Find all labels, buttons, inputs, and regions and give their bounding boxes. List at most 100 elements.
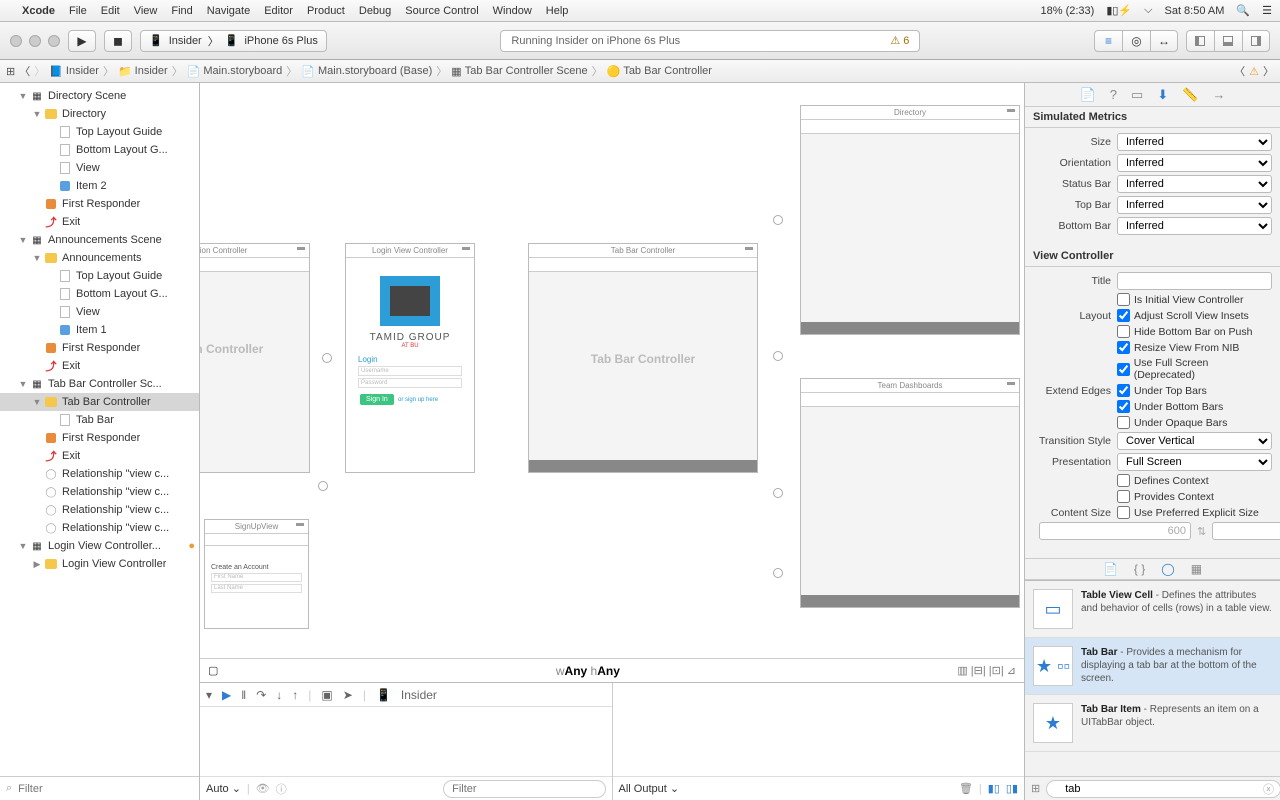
under-top-checkbox[interactable] xyxy=(1117,384,1130,397)
segue-4[interactable] xyxy=(773,568,783,578)
outline-row[interactable]: ⤴Exit xyxy=(0,213,199,231)
resize-nib-checkbox[interactable] xyxy=(1117,341,1130,354)
storyboard-canvas[interactable]: Navigation Controller vigation Controlle… xyxy=(200,83,1024,658)
outline-row[interactable]: View xyxy=(0,303,199,321)
assistant-editor-button[interactable]: ◎ xyxy=(1122,30,1150,52)
directory-scene[interactable]: Directory xyxy=(800,105,1020,335)
continue-button[interactable]: ▶ xyxy=(222,688,231,702)
segue-3[interactable] xyxy=(773,488,783,498)
document-outline-toggle-icon[interactable]: ▢ xyxy=(208,664,218,677)
provides-context-checkbox[interactable] xyxy=(1117,490,1130,503)
signup-link[interactable]: or sign up here xyxy=(398,397,438,403)
outline-row[interactable]: Bottom Layout G... xyxy=(0,285,199,303)
wifi-icon[interactable]: ⌵ xyxy=(1144,4,1152,17)
menu-help[interactable]: Help xyxy=(546,5,569,17)
bottombar-select[interactable]: Inferred xyxy=(1117,217,1272,235)
prev-issue-button[interactable]: 〈 xyxy=(1234,63,1245,79)
auto-scope-select[interactable]: Auto ⌄ xyxy=(206,782,241,795)
scheme-selector[interactable]: 📱 Insider 〉 📱 iPhone 6s Plus xyxy=(140,30,327,52)
stop-button[interactable]: ◼ xyxy=(104,30,132,52)
version-editor-button[interactable]: ↔ xyxy=(1150,30,1178,52)
signup-view-scene[interactable]: SignUpView Create an Account First Name … xyxy=(204,519,309,629)
menu-editor[interactable]: Editor xyxy=(264,5,293,17)
outline-row[interactable]: ◯Relationship "view c... xyxy=(0,519,199,537)
clock[interactable]: Sat 8:50 AM xyxy=(1164,5,1224,17)
back-button[interactable]: 〈 xyxy=(19,63,30,79)
identity-inspector-tab-icon[interactable]: ▭ xyxy=(1131,87,1143,103)
outline-row[interactable]: First Responder xyxy=(0,429,199,447)
password-field[interactable]: Password xyxy=(358,378,462,388)
statusbar-select[interactable]: Inferred xyxy=(1117,175,1272,193)
library-item[interactable]: ★ ▫▫Tab Bar - Provides a mechanism for d… xyxy=(1025,638,1280,695)
outline-row[interactable]: First Responder xyxy=(0,195,199,213)
outline-row[interactable]: First Responder xyxy=(0,339,199,357)
zoom-button[interactable] xyxy=(48,35,60,47)
initial-vc-checkbox[interactable] xyxy=(1117,293,1130,306)
step-over-button[interactable]: ↷ xyxy=(256,688,266,702)
code-snippet-library-icon[interactable]: { } xyxy=(1134,562,1145,576)
size-select[interactable]: Inferred xyxy=(1117,133,1272,151)
close-button[interactable] xyxy=(10,35,22,47)
team-dashboards-scene[interactable]: Team Dashboards xyxy=(800,378,1020,608)
outline-row[interactable]: View xyxy=(0,159,199,177)
toggle-debug-button[interactable] xyxy=(1214,30,1242,52)
menu-debug[interactable]: Debug xyxy=(359,5,391,17)
quicklook-icon[interactable]: 👁 xyxy=(256,782,270,795)
outline-row[interactable]: ▼▦Announcements Scene xyxy=(0,231,199,249)
toggle-left-pane-icon[interactable]: ▮▯ xyxy=(988,782,1000,795)
menu-product[interactable]: Product xyxy=(307,5,345,17)
outline-row[interactable]: Top Layout Guide xyxy=(0,267,199,285)
outline-row[interactable]: ▼Tab Bar Controller xyxy=(0,393,199,411)
hide-bottom-checkbox[interactable] xyxy=(1117,325,1130,338)
step-into-button[interactable]: ↓ xyxy=(276,688,282,702)
crumb-base[interactable]: 📄 Main.storyboard (Base) xyxy=(301,65,432,78)
crumb-project[interactable]: 📘 Insider xyxy=(49,65,99,78)
object-library-icon[interactable]: ◯ xyxy=(1161,562,1174,576)
standard-editor-button[interactable]: ≡ xyxy=(1094,30,1122,52)
outline-row[interactable]: ▼▦Login View Controller...● xyxy=(0,537,199,555)
segue-2[interactable] xyxy=(773,351,783,361)
navigation-controller-scene[interactable]: Navigation Controller vigation Controlle… xyxy=(200,243,310,473)
segue-login[interactable] xyxy=(318,481,328,491)
login-view-controller-scene[interactable]: Login View Controller TAMID GROUP AT BU … xyxy=(345,243,475,473)
crumb-group[interactable]: 📁 Insider xyxy=(118,65,168,78)
battery-status[interactable]: 18% (2:33) xyxy=(1041,5,1095,17)
size-inspector-tab-icon[interactable]: 📏 xyxy=(1182,87,1198,103)
outline-row[interactable]: ◯Relationship "view c... xyxy=(0,465,199,483)
segue-1[interactable] xyxy=(773,215,783,225)
run-button[interactable]: ▶ xyxy=(68,30,96,52)
outline-row[interactable]: ◯Relationship "view c... xyxy=(0,501,199,519)
step-out-button[interactable]: ↑ xyxy=(292,688,298,702)
toggle-navigator-button[interactable] xyxy=(1186,30,1214,52)
auto-layout-controls[interactable]: ▥ |⊟| |⊡| ⊿ xyxy=(957,664,1016,677)
minimize-button[interactable] xyxy=(29,35,41,47)
crumb-scene[interactable]: ▦ Tab Bar Controller Scene xyxy=(451,65,587,78)
outline-row[interactable]: Top Layout Guide xyxy=(0,123,199,141)
pause-button[interactable]: ‖ xyxy=(241,688,246,702)
issue-icon[interactable]: ⚠ xyxy=(1249,65,1259,78)
outline-row[interactable]: Item 1 xyxy=(0,321,199,339)
variables-filter-input[interactable] xyxy=(443,780,605,798)
print-description-icon[interactable]: ⓘ xyxy=(276,781,287,797)
toggle-right-pane-icon[interactable]: ▯▮ xyxy=(1006,782,1018,795)
content-height-input[interactable] xyxy=(1212,522,1280,540)
outline-row[interactable]: ▼▦Directory Scene xyxy=(0,87,199,105)
menu-view[interactable]: View xyxy=(134,5,158,17)
content-width-input[interactable] xyxy=(1039,522,1191,540)
tab-bar-controller-scene[interactable]: Tab Bar Controller Tab Bar Controller xyxy=(528,243,758,473)
toggle-utilities-button[interactable] xyxy=(1242,30,1270,52)
tab-bar[interactable] xyxy=(529,460,757,472)
outline-row[interactable]: ▶Login View Controller xyxy=(0,555,199,573)
size-class-control[interactable]: wAny hAny xyxy=(556,664,620,678)
file-template-library-icon[interactable]: 📄 xyxy=(1103,562,1118,576)
fullscreen-checkbox[interactable] xyxy=(1117,363,1130,376)
warning-badge[interactable]: ⚠ 6 xyxy=(890,34,909,47)
outline-row[interactable]: Bottom Layout G... xyxy=(0,141,199,159)
firstname-field[interactable]: First Name xyxy=(211,573,302,582)
outline-row[interactable]: Item 2 xyxy=(0,177,199,195)
library-view-toggle-icon[interactable]: ⊞ xyxy=(1031,782,1040,795)
under-opaque-checkbox[interactable] xyxy=(1117,416,1130,429)
presentation-select[interactable]: Full Screen xyxy=(1117,453,1272,471)
menu-find[interactable]: Find xyxy=(171,5,192,17)
transition-select[interactable]: Cover Vertical xyxy=(1117,432,1272,450)
